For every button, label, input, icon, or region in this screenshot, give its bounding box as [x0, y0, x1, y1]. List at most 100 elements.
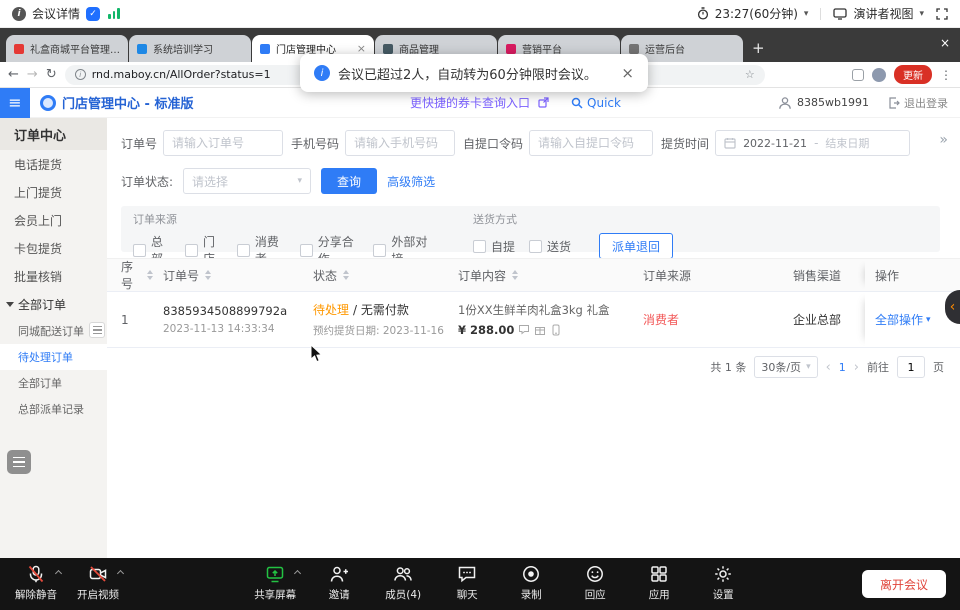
bookmark-star-icon[interactable]: ☆ — [745, 68, 755, 81]
prev-page-button[interactable]: ‹ — [826, 360, 831, 375]
sidebar-group-all-orders[interactable]: 全部订单 — [0, 290, 107, 318]
security-shield-icon[interactable]: ✓ — [86, 7, 100, 21]
leave-meeting-button[interactable]: 离开会议 — [862, 570, 946, 598]
unmute-button[interactable]: 解除静音 — [8, 563, 64, 602]
meeting-window: i 会议详情 ✓ 23:27(60分钟) ▾ 演讲者视图 ▾ 礼盒商城平台管理中… — [0, 0, 960, 610]
tab-favicon — [506, 44, 516, 54]
record-icon — [521, 564, 541, 584]
next-page-button[interactable]: › — [854, 360, 859, 375]
toast-close-icon[interactable]: × — [621, 64, 634, 82]
date-start-input[interactable] — [741, 136, 809, 151]
sidebar-item-member-visit[interactable]: 会员上门 — [0, 206, 107, 234]
sidebar-collapse-icon[interactable] — [89, 322, 105, 338]
sort-icon[interactable] — [205, 270, 211, 280]
view-mode-caret-icon[interactable]: ▾ — [919, 9, 924, 19]
pickup-code-input[interactable] — [529, 130, 653, 156]
logout-button[interactable]: 退出登录 — [888, 95, 948, 111]
record-button[interactable]: 录制 — [503, 563, 559, 602]
reactions-button[interactable]: 回应 — [567, 563, 623, 602]
window-close-icon[interactable]: × — [940, 36, 950, 50]
start-video-button[interactable]: 开启视频 — [70, 563, 126, 602]
sidebar-item-pending-orders[interactable]: 待处理订单 — [0, 344, 107, 370]
browser-menu-icon[interactable]: ⋮ — [940, 68, 952, 82]
source-filter-panel: 订单来源 总部 门店 消费者 分享合作 外部对接 送货方式 自提 送货 派单退回 — [121, 206, 940, 252]
dispatch-return-button[interactable]: 派单退回 — [599, 233, 673, 259]
goto-page-input[interactable] — [897, 356, 925, 378]
forward-icon[interactable]: → — [27, 67, 38, 82]
all-actions-dropdown[interactable]: 全部操作 ▾ — [875, 311, 931, 328]
app-menu-button[interactable]: ≡ — [0, 88, 30, 118]
browser-profile-avatar[interactable] — [872, 68, 886, 82]
checkbox-icon — [300, 244, 313, 257]
members-button[interactable]: 成员(4) — [375, 563, 431, 602]
sidebar-item-phone-pickup[interactable]: 电话提货 — [0, 150, 107, 178]
sidebar-item-door-pickup[interactable]: 上门提货 — [0, 178, 107, 206]
extensions-icon[interactable] — [852, 69, 864, 81]
tab-favicon — [137, 44, 147, 54]
checkbox-delivery[interactable]: 送货 — [529, 238, 571, 255]
order-source: 消费者 — [643, 311, 679, 328]
external-link-icon[interactable] — [538, 97, 549, 108]
sort-icon[interactable] — [343, 270, 349, 280]
gear-icon — [713, 564, 733, 584]
page-size-select[interactable]: 30条/页 ▾ — [754, 356, 817, 378]
view-mode-label[interactable]: 演讲者视图 — [853, 5, 913, 22]
order-no-label: 订单号 — [121, 135, 157, 152]
sort-icon[interactable] — [512, 270, 518, 280]
date-range-picker[interactable]: - — [715, 130, 910, 156]
meeting-info-icon[interactable]: i — [12, 7, 26, 21]
date-end-input[interactable] — [823, 136, 879, 151]
sidebar-title: 订单中心 — [0, 118, 107, 150]
new-tab-button[interactable]: + — [752, 39, 765, 57]
order-status-select[interactable]: 请选择 ▾ — [183, 168, 311, 194]
current-page[interactable]: 1 — [839, 361, 846, 374]
meeting-toast: i 会议已超过2人，自动转为60分钟限时会议。 × — [300, 54, 648, 92]
share-screen-button[interactable]: 共享屏幕 — [247, 563, 303, 602]
meeting-details-label[interactable]: 会议详情 — [32, 5, 80, 22]
site-info-icon[interactable]: i — [75, 69, 86, 80]
apps-button[interactable]: 应用 — [631, 563, 687, 602]
quick-search-link[interactable]: Quick — [571, 96, 621, 110]
chevron-up-icon[interactable] — [55, 570, 62, 577]
gift-icon[interactable] — [534, 324, 546, 336]
phone-icon[interactable] — [550, 324, 562, 336]
note-icon[interactable] — [518, 324, 530, 336]
order-content-title: 1份XX生鲜羊肉礼盒3kg 礼盒 — [458, 302, 610, 318]
pagination: 共 1 条 30条/页 ▾ ‹ 1 › 前往 页 — [710, 356, 944, 378]
promo-link[interactable]: 更快捷的券卡查询入口 — [410, 94, 530, 111]
fullscreen-icon[interactable] — [936, 8, 948, 20]
payment-status: / 无需付款 — [353, 303, 409, 317]
filter-row-2: 订单状态: 请选择 ▾ 查询 高级筛选 — [121, 168, 435, 194]
reload-icon[interactable]: ↻ — [46, 67, 57, 82]
url-text: rnd.maboy.cn/AllOrder?status=1 — [92, 68, 271, 81]
phone-input[interactable] — [345, 130, 455, 156]
annotation-list-icon[interactable] — [7, 450, 31, 474]
timer-caret-icon[interactable]: ▾ — [804, 9, 809, 19]
sidebar-item-card-pickup[interactable]: 卡包提货 — [0, 234, 107, 262]
sidebar-item-all-orders[interactable]: 全部订单 — [0, 370, 107, 396]
sidebar-item-batch-verify[interactable]: 批量核销 — [0, 262, 107, 290]
chevron-up-icon[interactable] — [117, 570, 124, 577]
goto-label: 前往 — [867, 359, 889, 375]
phone-label: 手机号码 — [291, 135, 339, 152]
username[interactable]: 8385wb1991 — [797, 96, 869, 109]
chevron-up-icon[interactable] — [294, 570, 301, 577]
browser-update-button[interactable]: 更新 — [894, 65, 932, 84]
share-screen-icon — [265, 564, 285, 584]
checkbox-self-pickup[interactable]: 自提 — [473, 238, 515, 255]
sidebar-item-hq-dispatch-log[interactable]: 总部派单记录 — [0, 396, 107, 422]
filter-collapse-icon[interactable]: » — [939, 132, 948, 148]
browser-tab[interactable]: 系统培训学习 — [129, 35, 251, 62]
search-button[interactable]: 查询 — [321, 168, 377, 194]
brand-title: 门店管理中心 - 标准版 — [62, 93, 193, 112]
back-icon[interactable]: ← — [8, 67, 19, 82]
chat-button[interactable]: 聊天 — [439, 563, 495, 602]
order-no-input[interactable] — [163, 130, 283, 156]
chat-icon — [457, 564, 477, 584]
browser-tab[interactable]: 礼盒商城平台管理中心 — [6, 35, 128, 62]
pickup-code-label: 自提口令码 — [463, 135, 523, 152]
advanced-filter-link[interactable]: 高级筛选 — [387, 173, 435, 190]
settings-button[interactable]: 设置 — [695, 563, 751, 602]
invite-button[interactable]: 邀请 — [311, 563, 367, 602]
checkbox-icon — [237, 244, 250, 257]
